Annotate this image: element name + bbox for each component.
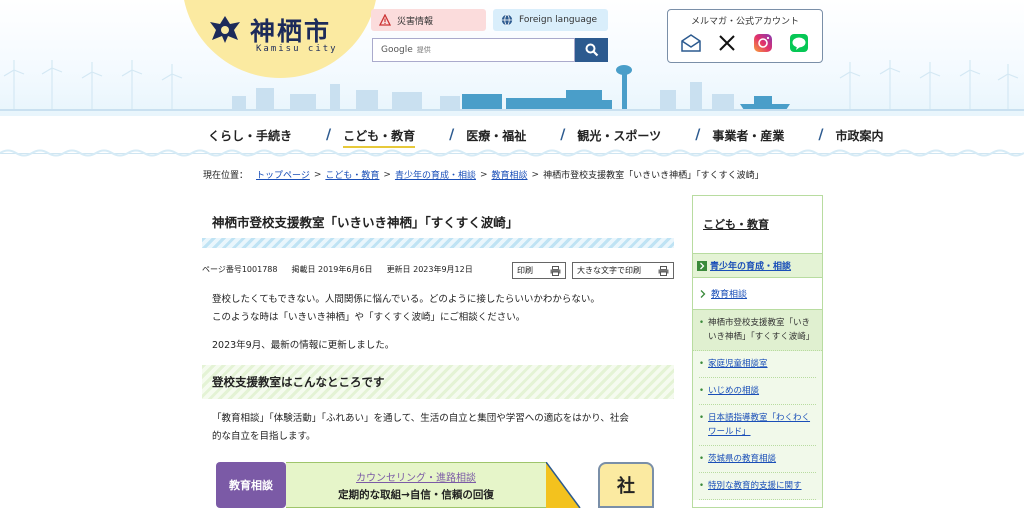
section-line-2: 的な自立を目指します。 [212,431,316,442]
printer-icon [550,265,561,276]
foreign-language-label: Foreign language [519,15,598,25]
section-paragraph: 「教育相談」「体験活動」「ふれあい」を通して、生活の自立と集団や学習への適応をは… [212,410,629,446]
sidebar-item-label: 家庭児童相談室 [708,359,768,369]
update-note: 2023年9月、最新の情報に更新しました。 [212,340,395,351]
sidebar-item-japanese-class[interactable]: • 日本語指導教室「わくわくワールド」 [699,405,816,446]
breadcrumb-prefix: 現在位置： [203,171,249,181]
sidebar-sub-label: 教育相談 [711,290,748,300]
title-stripe [202,238,674,248]
wave-divider [0,149,1024,157]
sidebar-sub[interactable]: 教育相談 [693,278,822,310]
breadcrumb-link-youth[interactable]: 青少年の育成・相談 [395,168,476,181]
chevron-right-icon [700,289,706,298]
nav-separator: / [449,127,455,143]
printer-icon [658,265,669,276]
sidebar-list: • 神栖市登校支援教室「いきいき神栖」「すくすく波崎」 • 家庭児童相談室 • いじめ… [693,310,822,500]
diagram-band: カウンセリング・進路相談 定期的な取組→自信・信頼の回復 [286,462,546,508]
posted-date: 掲載日 2019年6月6日 [291,264,373,274]
sidebar-item-label: 神栖市登校支援教室「いきいき神栖」「すくすく波崎」 [708,318,815,342]
sidebar-item-ibaraki-consult[interactable]: • 茨城県の教育相談 [699,446,816,473]
city-emblem-icon[interactable] [208,14,242,44]
intro-line-2: このような時は「いきいき神栖」や「すくすく波崎」にご相談ください。 [212,312,526,323]
logo-title[interactable]: 神栖市 [250,12,331,48]
nav-separator: / [818,127,824,143]
diagram-society-char: 社 [617,476,635,497]
nav-separator: / [560,127,566,143]
sidebar-item-label: いじめの相談 [708,386,760,396]
section-heading: 登校支援教室はこんなところです [202,365,674,399]
nav-item-medical-welfare[interactable]: 医療・福祉 [466,127,526,144]
nav-item-children-education[interactable]: こども・教育 [343,127,416,148]
breadcrumb: 現在位置： トップページ > こども・教育 > 青少年の育成・相談 > 教育相談… [203,168,764,182]
intro-paragraph: 登校したくてもできない。人間関係に悩んでいる。どのように接したらいいかわからない… [212,291,600,327]
disaster-info-button[interactable]: 災害情報 [371,9,486,31]
sidebar-item-label: 日本語指導教室「わくわくワールド」 [708,413,811,437]
nav-item-tourism-sports[interactable]: 観光・スポーツ [577,127,661,144]
sns-panel: メルマガ・公式アカウント [667,9,823,63]
breadcrumb-link-children-education[interactable]: こども・教育 [325,168,379,181]
diagram-society-box: 社 [598,462,654,508]
breadcrumb-link-top[interactable]: トップページ [256,168,310,181]
diagram-counsel-box: 教育相談 [216,462,286,508]
sns-title: メルマガ・公式アカウント [690,17,799,27]
sidebar-item-label: 特別な教育的支援に関す [708,481,802,491]
sidebar-item-label: 茨城県の教育相談 [708,454,777,464]
search-icon [585,43,598,57]
nav-item-living[interactable]: くらし・手続き [208,127,292,144]
nav-separator: / [326,127,332,143]
search-field[interactable]: Google [372,38,575,62]
sidebar-item-current[interactable]: • 神栖市登校支援教室「いきいき神栖」「すくすく波崎」 [693,310,822,351]
print-large-button[interactable]: 大きな文字で印刷 [572,262,674,279]
search-brand-label: Google [381,45,413,55]
diagram-counsel-label: 教育相談 [229,479,273,492]
search-input[interactable] [416,46,557,54]
support-diagram: 教育相談 カウンセリング・進路相談 定期的な取組→自信・信頼の回復 社 [216,462,664,508]
diagram-top-text: カウンセリング・進路相談 [356,473,476,484]
page-meta: ページ番号1001788 掲載日 2019年6月6日 更新日 2023年9月12… [202,262,674,279]
x-icon[interactable] [716,32,738,54]
print-button[interactable]: 印刷 [512,262,566,279]
print-label: 印刷 [517,266,533,275]
sidebar-item-bullying[interactable]: • いじめの相談 [699,378,816,405]
line-icon[interactable] [788,32,810,54]
sidebar-heading[interactable]: こども・教育 [693,196,822,254]
instagram-icon[interactable] [752,32,774,54]
chevron-right-icon [697,260,707,271]
nav-separator: / [695,127,701,143]
print-large-label: 大きな文字で印刷 [577,266,641,275]
updated-date: 更新日 2023年9月12日 [386,264,473,274]
mail-icon[interactable] [680,32,702,54]
sidebar-item-family-consult[interactable]: • 家庭児童相談室 [699,351,816,378]
breadcrumb-current: 神栖市登校支援教室「いきいき神栖」「すくすく波崎」 [543,171,764,181]
diagram-bottom-text: 定期的な取組→自信・信頼の回復 [338,489,494,501]
breadcrumb-link-education-consult[interactable]: 教育相談 [492,168,528,181]
search-button[interactable] [575,38,608,62]
foreign-language-button[interactable]: Foreign language [493,9,608,31]
globe-icon [501,14,513,26]
section-line-1: 「教育相談」「体験活動」「ふれあい」を通して、生活の自立と集団や学習への適応をは… [212,413,629,424]
logo-subtitle: Kamisu city [256,44,338,54]
page-number: ページ番号1001788 [202,264,278,274]
sidebar-category-label: 青少年の育成・相談 [710,262,792,272]
intro-line-1: 登校したくてもできない。人間関係に悩んでいる。どのように接したらいいかわからない… [212,294,600,305]
nav-item-city-government[interactable]: 市政案内 [835,127,883,144]
diagram-arrow [546,462,581,508]
sidebar-item-special-support[interactable]: • 特別な教育的支援に関す [699,473,816,500]
nav-item-business-industry[interactable]: 事業者・産業 [712,127,784,144]
sidebar-category[interactable]: 青少年の育成・相談 [693,254,822,278]
site-header: 神栖市 Kamisu city 災害情報 Foreign language Go… [0,0,1024,116]
city-skyline-illustration [0,60,1024,111]
disaster-info-label: 災害情報 [397,16,434,27]
warning-icon [379,14,391,26]
sidebar: こども・教育 青少年の育成・相談 教育相談 • 神栖市登校支援教室「いきいき神栖」… [692,195,823,508]
